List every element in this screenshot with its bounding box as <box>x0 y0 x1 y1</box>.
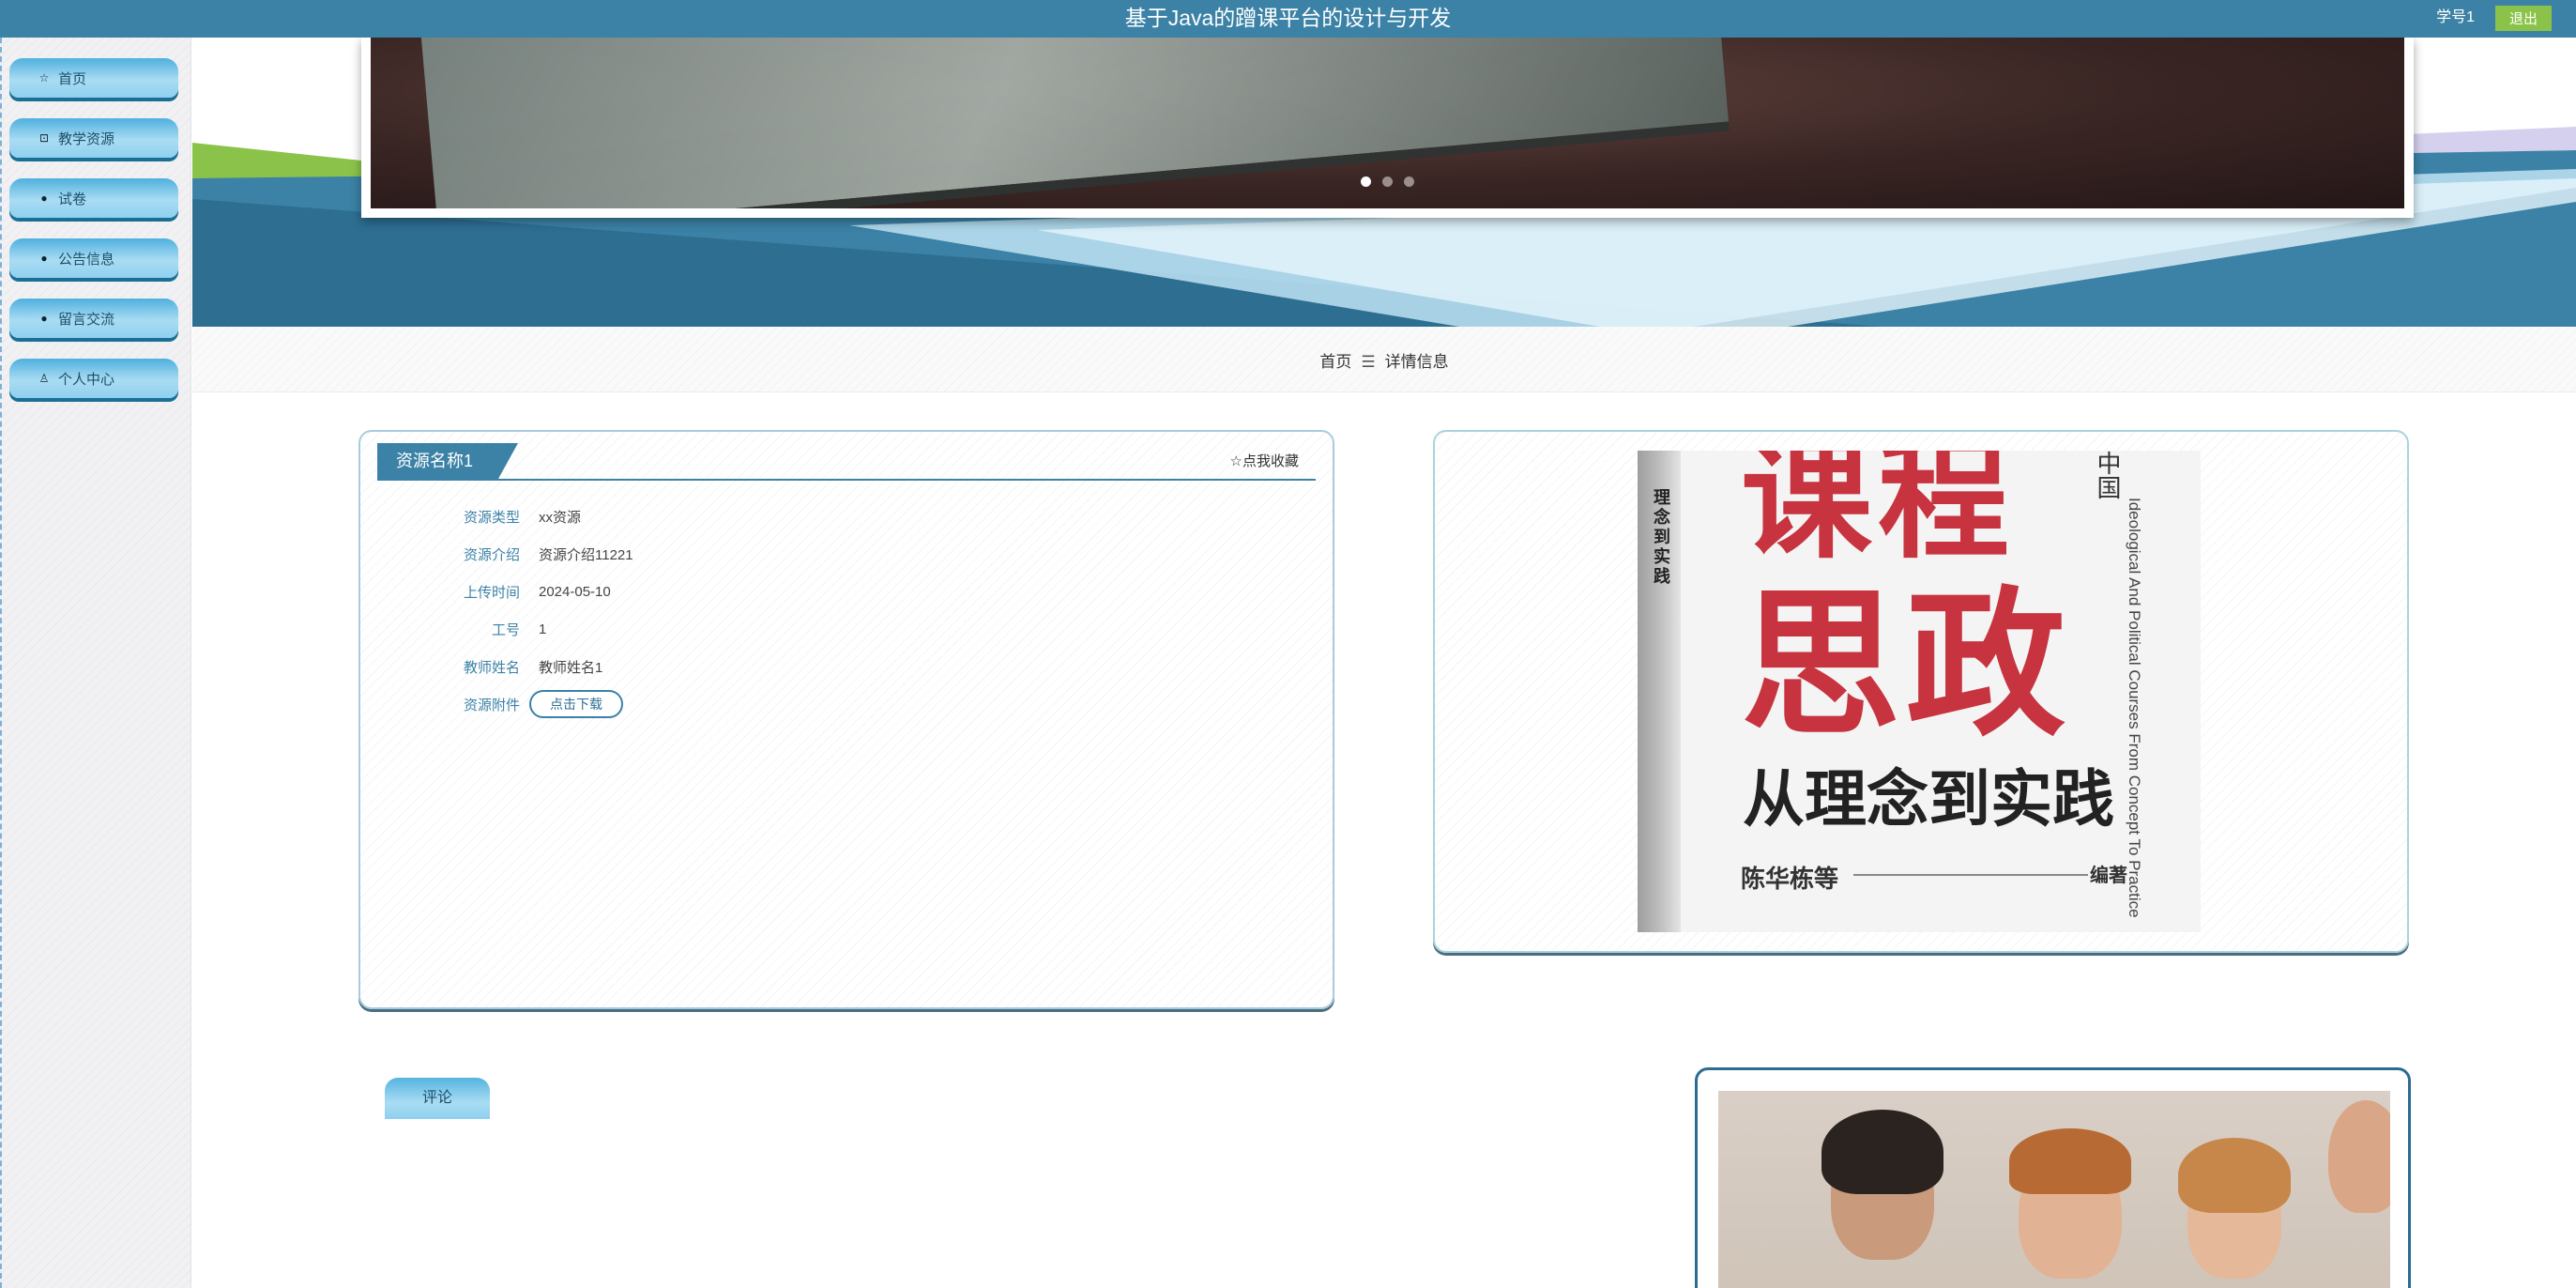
breadcrumb-separator: ☰ <box>1361 353 1376 371</box>
breadcrumb-home[interactable]: 首页 <box>1319 353 1351 371</box>
sidebar-item-label: 留言交流 <box>58 311 115 328</box>
star-icon: ☆ <box>38 71 50 84</box>
cover-author: 陈华栋等 <box>1741 865 1839 893</box>
sidebar-item-label: 个人中心 <box>58 371 115 388</box>
carousel-dot-3[interactable] <box>1404 176 1415 187</box>
detail-header: 资源名称1 ☆点我收藏 <box>377 443 1316 481</box>
field-row: 教师姓名 教师姓名1 <box>360 648 1333 685</box>
breadcrumb-current: 详情信息 <box>1384 353 1449 371</box>
field-value: 资源介绍11221 <box>539 546 633 563</box>
field-label: 上传时间 <box>463 584 520 601</box>
carousel-dot-1[interactable] <box>1360 176 1371 187</box>
field-value: 教师姓名1 <box>539 659 603 676</box>
field-value: 1 <box>539 621 547 637</box>
sidebar-item-home[interactable]: ☆ 首页 <box>9 58 178 98</box>
photo-card <box>1695 1067 2411 1288</box>
sidebar-item-exam[interactable]: ● 试卷 <box>9 178 178 218</box>
app-title: 基于Java的蹭课平台的设计与开发 <box>1124 6 1452 30</box>
resource-detail-card: 资源名称1 ☆点我收藏 资源类型 xx资源 资源介绍 资源介绍11221 上传时… <box>358 430 1334 1009</box>
cover-editor: 编著 <box>2090 866 2127 886</box>
field-row: 资源介绍 资源介绍11221 <box>360 535 1333 573</box>
sidebar-item-label: 教学资源 <box>58 130 115 147</box>
carousel-dot-2[interactable] <box>1382 176 1393 187</box>
cover-corner-text: 中国 <box>2094 451 2122 499</box>
info-icon: ● <box>40 312 48 325</box>
sidebar-item-label: 首页 <box>58 70 87 87</box>
resource-cover-card: 理念到实践 课程 思政 从理念到实践 陈华栋等 编著 Ideological A… <box>1433 430 2409 953</box>
current-user: 学号1 <box>2436 9 2475 25</box>
breadcrumb: 首页 ☰ 详情信息 <box>192 327 2576 392</box>
sidebar-item-profile[interactable]: ♙ 个人中心 <box>9 359 178 398</box>
field-value: 2024-05-10 <box>539 583 611 600</box>
info-icon: ● <box>40 192 48 205</box>
field-label: 资源介绍 <box>463 546 520 563</box>
top-bar: 基于Java的蹭课平台的设计与开发 学号1 退出 <box>0 0 2576 38</box>
user-icon: ♙ <box>38 372 50 385</box>
field-label: 教师姓名 <box>463 659 520 676</box>
sidebar-item-label: 公告信息 <box>58 251 115 268</box>
bag-icon: ⊡ <box>38 131 50 145</box>
field-label: 资源类型 <box>463 509 520 526</box>
logout-button[interactable]: 退出 <box>2495 6 2552 31</box>
carousel-indicators <box>371 175 2404 192</box>
book-cover-image: 理念到实践 课程 思政 从理念到实践 陈华栋等 编著 Ideological A… <box>1638 451 2201 932</box>
cover-title-line2: 思政 <box>1741 573 2072 759</box>
sidebar-item-label: 试卷 <box>58 191 87 207</box>
resource-name: 资源名称1 <box>377 443 518 479</box>
spine-text: 理念到实践 <box>1652 488 1670 587</box>
detail-fields: 资源类型 xx资源 资源介绍 资源介绍11221 上传时间 2024-05-10… <box>360 498 1333 723</box>
cover-subtitle: 从理念到实践 <box>1743 764 2114 834</box>
favorite-button[interactable]: ☆点我收藏 <box>1230 451 1299 470</box>
field-row: 工号 1 <box>360 610 1333 648</box>
sidebar-item-teaching-resources[interactable]: ⊡ 教学资源 <box>9 118 178 158</box>
comment-tab[interactable]: 评论 <box>385 1078 490 1119</box>
banner <box>192 38 2576 327</box>
sidebar-item-announcements[interactable]: ● 公告信息 <box>9 238 178 278</box>
cover-english-title: Ideological And Political Courses From C… <box>2126 498 2143 918</box>
question-icon: ● <box>40 252 48 265</box>
field-label: 资源附件 <box>463 697 520 713</box>
download-button[interactable]: 点击下载 <box>529 690 623 718</box>
field-row: 上传时间 2024-05-10 <box>360 573 1333 610</box>
field-label: 工号 <box>491 621 520 638</box>
cover-rule <box>1853 874 2088 876</box>
sidebar-item-messages[interactable]: ● 留言交流 <box>9 299 178 338</box>
field-row: 资源附件 点击下载 <box>360 685 1333 723</box>
carousel-slide <box>371 38 2404 208</box>
image-carousel[interactable] <box>361 38 2414 218</box>
field-row: 资源类型 xx资源 <box>360 498 1333 535</box>
people-photo <box>1718 1091 2390 1288</box>
field-value: xx资源 <box>539 509 582 526</box>
sidebar: ☆ 首页 ⊡ 教学资源 ● 试卷 ● 公告信息 ● 留言交流 ♙ 个人中心 <box>0 38 191 1288</box>
